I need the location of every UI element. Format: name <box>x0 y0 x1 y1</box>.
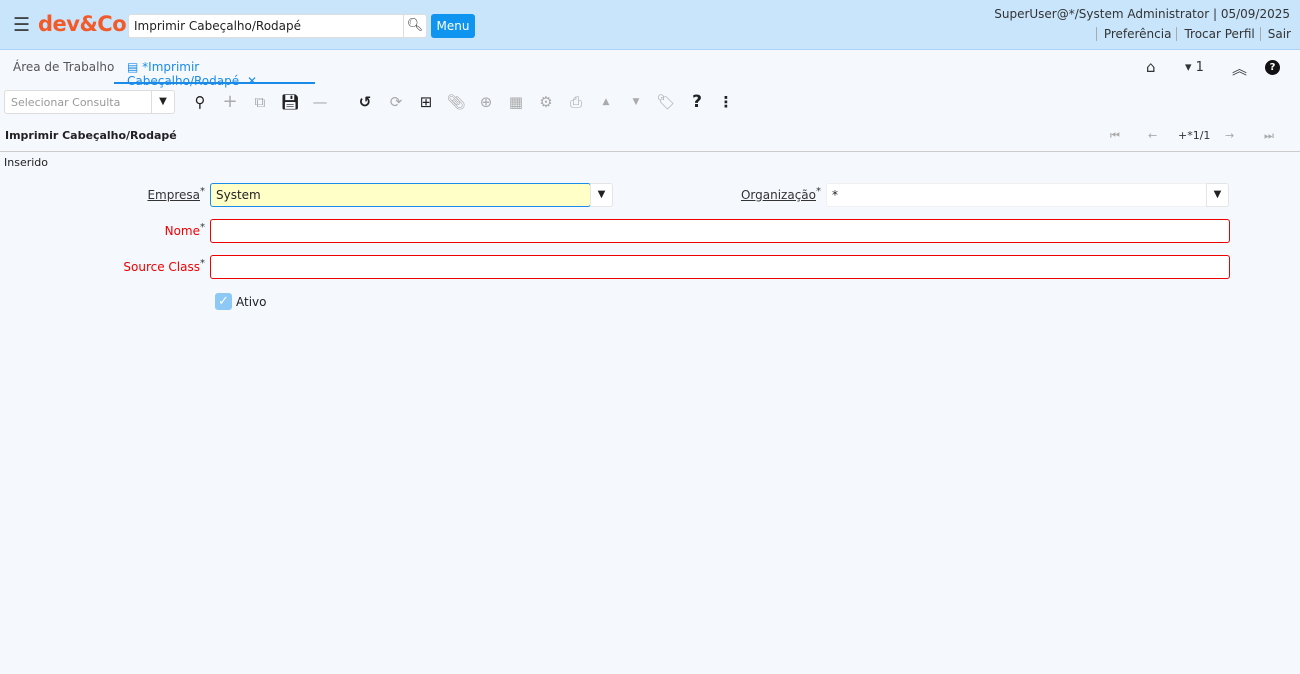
header-links: Preferência Trocar Perfil Sair <box>1095 27 1291 41</box>
preferences-link[interactable]: Preferência <box>1095 27 1177 41</box>
search-input[interactable] <box>129 15 401 37</box>
delete-icon[interactable]: — <box>310 92 330 112</box>
help-icon[interactable]: ? <box>1265 60 1280 75</box>
empresa-dropdown-icon[interactable]: ▼ <box>590 183 613 207</box>
source-class-label-text: Source Class <box>123 260 200 274</box>
refresh-icon[interactable]: ⟳ <box>386 92 406 112</box>
nome-label: Nome* <box>100 222 205 238</box>
window-title: Imprimir Cabeçalho/Rodapé <box>5 129 177 142</box>
empresa-label-text: Empresa <box>147 188 200 202</box>
menu-button[interactable]: Menu <box>431 14 475 38</box>
list-icon: ▤ <box>127 60 139 74</box>
close-tab-icon[interactable]: ✕ <box>247 74 257 88</box>
required-mark: * <box>816 186 821 197</box>
logo: dev&Co. <box>38 12 134 36</box>
zoom-in-icon[interactable]: ⊕ <box>476 92 496 112</box>
copy-icon[interactable]: ⧉ <box>250 92 270 112</box>
gear-icon[interactable]: ⚙ <box>536 92 556 112</box>
previous-icon[interactable]: ▲ <box>596 92 616 112</box>
tab-workspace[interactable]: Área de Trabalho <box>13 60 114 74</box>
first-record-icon[interactable]: ⏮ <box>1110 129 1120 143</box>
tag-icon[interactable]: 🏷︎ <box>656 92 676 112</box>
nome-field[interactable] <box>210 219 1230 243</box>
ativo-label: Ativo <box>236 295 267 309</box>
organizacao-label-text: Organização <box>740 188 816 202</box>
record-counter: +*1/1 <box>1178 129 1211 142</box>
print-icon[interactable]: ⎙ <box>566 92 586 112</box>
required-mark: * <box>200 222 205 233</box>
toolbar: Selecionar Consulta ▼ ⚲ + ⧉ 💾︎ — ↺ ⟳ ⊞ 📎︎… <box>0 90 1300 116</box>
previous-record-icon[interactable]: ← <box>1148 129 1157 142</box>
tab-count: 1 <box>1195 60 1204 75</box>
search-icon[interactable]: ⚲ <box>190 92 210 112</box>
more-options-icon[interactable]: ⋮ <box>716 92 736 112</box>
undo-icon[interactable]: ↺ <box>355 92 375 112</box>
source-class-label: Source Class* <box>100 258 205 274</box>
required-mark: * <box>200 258 205 269</box>
help-icon[interactable]: ? <box>687 92 707 112</box>
grid-toggle-icon[interactable]: ⊞ <box>416 92 436 112</box>
collapse-icon[interactable]: ︽ <box>1232 58 1247 79</box>
tab-bar: Área de Trabalho ▤ *Imprimir Cabeçalho/R… <box>0 51 1300 88</box>
logout-link[interactable]: Sair <box>1259 27 1291 41</box>
empresa-label: Empresa* <box>100 186 205 202</box>
required-mark: * <box>200 186 205 197</box>
next-record-icon[interactable]: → <box>1225 129 1234 142</box>
chevron-down-icon[interactable]: ▼ <box>151 91 174 113</box>
tab-label: *Imprimir Cabeçalho/Rodapé <box>127 60 240 88</box>
organizacao-label: Organização* <box>700 186 821 202</box>
next-icon[interactable]: ▼ <box>626 92 646 112</box>
header: ☰ dev&Co. 🔍︎ Menu SuperUser@*/System Adm… <box>0 0 1300 50</box>
hamburger-menu-icon[interactable]: ☰ <box>13 15 30 35</box>
query-placeholder: Selecionar Consulta <box>11 96 121 109</box>
search-box: 🔍︎ <box>128 14 427 38</box>
search-icon[interactable]: 🔍︎ <box>403 15 426 37</box>
nome-label-text: Nome <box>164 224 200 238</box>
report-icon[interactable]: ▦ <box>506 92 526 112</box>
divider <box>0 151 1300 152</box>
save-icon[interactable]: 💾︎ <box>280 92 300 112</box>
home-icon[interactable]: ⌂ <box>1146 58 1156 76</box>
status-text: Inserido <box>4 156 49 169</box>
ativo-checkbox[interactable]: ✓ <box>215 293 232 310</box>
new-record-icon[interactable]: + <box>220 92 240 112</box>
user-info: SuperUser@*/System Administrator | 05/09… <box>994 7 1290 21</box>
tab-print-header-footer[interactable]: ▤ *Imprimir Cabeçalho/Rodapé ✕ <box>114 51 315 88</box>
query-select[interactable]: Selecionar Consulta ▼ <box>4 90 175 114</box>
change-role-link[interactable]: Trocar Perfil <box>1176 27 1259 41</box>
organizacao-field[interactable]: * <box>826 183 1207 207</box>
last-record-icon[interactable]: ⏭ <box>1264 129 1274 143</box>
attachment-icon[interactable]: 📎︎ <box>446 92 466 112</box>
empresa-field[interactable]: System <box>210 183 591 207</box>
source-class-field[interactable] <box>210 255 1230 279</box>
tab-dropdown[interactable]: ▾ 1 <box>1185 60 1204 75</box>
organizacao-dropdown-icon[interactable]: ▼ <box>1206 183 1229 207</box>
